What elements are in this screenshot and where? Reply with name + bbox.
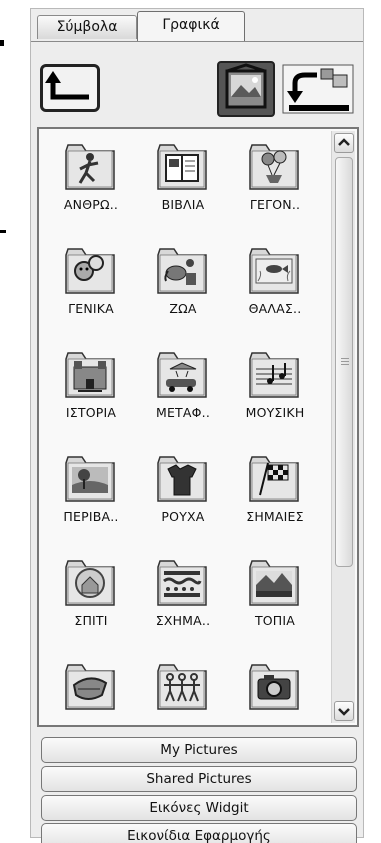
folder-item[interactable]: ΓΕΓΟΝ.. [229,135,321,235]
folder-label: ΜΟΥΣΙΚΗ [245,405,305,420]
folder-label: ΑΝΘΡΩ.. [63,197,119,212]
folder-label: ΘΑΛΑΣ.. [248,301,302,316]
chevron-down-icon [338,708,350,716]
folder-item[interactable]: ΣΧΗΜΑ.. [137,551,229,651]
sea-fish-icon [248,247,300,295]
chevron-up-icon [338,138,350,146]
party-balloons-icon [248,143,300,191]
mountain-landscape-icon [248,559,300,607]
house-icon [64,559,116,607]
folder-item[interactable] [229,655,321,723]
folder-label: ΙΣΤΟΡΙΑ [65,405,117,420]
folder-item[interactable]: ΑΝΘΡΩ.. [45,135,137,235]
app-icons-button[interactable]: Εικονίδια Εφαρμογής [41,823,357,843]
folder-item[interactable]: ΘΑΛΑΣ.. [229,239,321,339]
folder-up-button[interactable] [40,64,100,112]
camera-icon [248,663,300,711]
folder-label: ΣΠΙΤΙ [74,613,108,628]
folder-item[interactable]: ΣΗΜΑΙΕΣ [229,447,321,547]
folder-label: ΡΟΥΧΑ [161,509,205,524]
edge-mark [0,230,6,233]
folder-label: ΤΟΠΙΑ [254,613,296,628]
folder-label: ΜΕΤΑΦ.. [155,405,211,420]
shared-pictures-button[interactable]: Shared Pictures [41,766,357,792]
folder-label: ΣΗΜΑΙΕΣ [246,509,304,524]
folder-item[interactable] [45,655,137,723]
vehicles-icon [156,351,208,399]
checkered-flag-icon [248,455,300,503]
folder-item[interactable]: ΡΟΥΧΑ [137,447,229,547]
tab-symbols[interactable]: Σύμβολα [37,15,137,39]
waves-pattern-icon [156,559,208,607]
picture-view-button[interactable] [217,61,275,117]
scroll-thumb[interactable] [335,157,353,567]
folder-label: ΓΕΓΟΝ.. [249,197,301,212]
edge-mark [0,40,4,46]
swap-images-icon [282,64,354,114]
running-person-icon [64,143,116,191]
scroll-down-button[interactable] [334,701,354,721]
people-chain-icon [156,663,208,711]
music-notes-icon [248,351,300,399]
folder-item[interactable]: ΓΕΝΙΚΑ [45,239,137,339]
folder-item[interactable]: ΜΕΤΑΦ.. [137,343,229,443]
folder-up-icon [45,71,89,100]
folder-label: ΣΧΗΜΑ.. [155,613,211,628]
folder-item[interactable]: ΣΠΙΤΙ [45,551,137,651]
animals-icon [156,247,208,295]
picture-view-icon [225,63,267,109]
folder-label: ΠΕΡΙΒΑ.. [63,509,119,524]
castle-icon [64,351,116,399]
folder-item[interactable]: ΜΟΥΣΙΚΗ [229,343,321,443]
swap-images-button[interactable] [279,61,357,117]
folder-item[interactable]: ΖΩΑ [137,239,229,339]
scroll-up-button[interactable] [334,133,354,153]
clothes-icon [156,455,208,503]
graphics-grid: ΑΝΘΡΩ.. ΒΙΒΛΙΑ ΓΕΓΟΝ.. ΓΕΝΙΚΑ ΖΩΑ ΘΑΛΑΣ.. ΙΣΤΟ… [37,127,359,727]
folder-label: ΓΕΝΙΚΑ [68,301,114,316]
folder-item[interactable]: ΒΙΒΛΙΑ [137,135,229,235]
landscape-tree-icon [64,455,116,503]
book-icon [156,143,208,191]
folder-item[interactable]: ΠΕΡΙΒΑ.. [45,447,137,547]
tab-graphics[interactable]: Γραφικά [137,11,245,41]
vertical-scrollbar[interactable] [331,131,355,723]
folder-item[interactable] [137,655,229,723]
folder-item[interactable]: ΙΣΤΟΡΙΑ [45,343,137,443]
food-icon [64,663,116,711]
folder-item[interactable]: ΤΟΠΙΑ [229,551,321,651]
widgit-images-button[interactable]: Εικόνες Widgit [41,795,357,821]
folder-label: ΒΙΒΛΙΑ [161,197,205,212]
image-browser-panel: Σύμβολα Γραφικά ΑΝΘΡΩ.. ΒΙΒΛΙΑ ΓΕΓΟΝ.. Γ… [30,8,364,843]
folder-grid: ΑΝΘΡΩ.. ΒΙΒΛΙΑ ΓΕΓΟΝ.. ΓΕΝΙΚΑ ΖΩΑ ΘΑΛΑΣ.. ΙΣΤΟ… [45,135,325,723]
tab-bar: Σύμβολα Γραφικά [31,9,363,42]
faces-icon [64,247,116,295]
folder-label: ΖΩΑ [169,301,197,316]
my-pictures-button[interactable]: My Pictures [41,737,357,763]
